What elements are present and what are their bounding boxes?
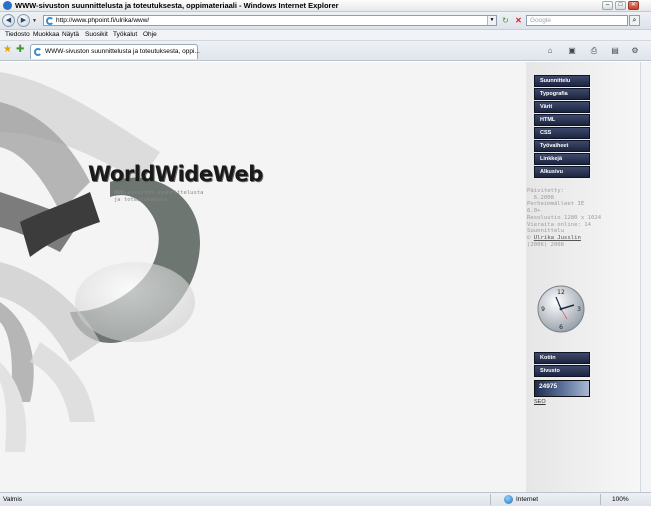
- logo-subtitle: WWW-sivuston suunnittelusta ja toteutuks…: [114, 190, 203, 204]
- nav-item-varit[interactable]: Värit: [534, 101, 590, 113]
- nav-item-linkkeja[interactable]: Linkkejä: [534, 153, 590, 165]
- zoom-level[interactable]: 100%: [612, 496, 629, 503]
- clock-icon: 12 3 6 9: [537, 285, 585, 333]
- home-icon[interactable]: ⌂: [543, 46, 557, 56]
- status-divider: [600, 494, 601, 505]
- minimize-button[interactable]: ‒: [602, 1, 613, 10]
- status-bar: Valmis Internet 100%: [0, 492, 651, 506]
- menu-bar: Tiedosto Muokkaa Näytä Suosikit Työkalut…: [0, 30, 651, 41]
- menu-favorites[interactable]: Suosikit: [85, 31, 108, 38]
- sitemap-link-button[interactable]: Sivusto: [534, 365, 590, 377]
- info-line: Vieraita online: 14: [527, 221, 591, 228]
- nav-item-html[interactable]: HTML: [534, 114, 590, 126]
- favorites-star-icon[interactable]: ★: [3, 44, 12, 56]
- address-dropdown-icon[interactable]: ▼: [487, 16, 496, 25]
- subtitle-line-2: ja toteutuksesta: [114, 197, 167, 203]
- feeds-icon[interactable]: ▣: [565, 46, 579, 56]
- copyright-prefix: ©: [527, 234, 534, 241]
- clock-number: 9: [541, 306, 545, 313]
- internet-zone-icon: [504, 495, 513, 504]
- address-toolbar: ◀ ▶ ▼ http://www.phpoint.fi/ulrika/www/ …: [0, 12, 651, 30]
- site-info: Päivitetty: 6.2008 Perheimmälleet IE 6.0+ R…: [527, 188, 601, 248]
- info-line: 6.0+: [527, 208, 541, 215]
- info-line: Perheimmälleet IE: [527, 201, 585, 208]
- menu-tools[interactable]: Työkalut: [113, 31, 137, 38]
- nav-item-suunnittelu[interactable]: Suunnittelu: [534, 75, 590, 87]
- site-nav: Suunnittelu Typografia Värit HTML CSS Ty…: [534, 75, 590, 179]
- search-icon[interactable]: ⌕: [629, 15, 640, 26]
- page-favicon-icon: [46, 17, 54, 25]
- info-line: 6.2008: [527, 194, 554, 201]
- stop-icon[interactable]: ✕: [513, 15, 524, 26]
- page-viewport: WorldWideWeb WWW-sivuston suunnittelusta…: [0, 62, 640, 492]
- window-title-bar: WWW-sivuston suunnittelusta ja toteutuks…: [0, 0, 651, 12]
- subtitle-line-1: WWW-sivuston suunnittelusta: [114, 190, 204, 196]
- info-line: (2006) 2008: [527, 241, 565, 248]
- window-title: WWW-sivuston suunnittelusta ja toteutuks…: [15, 1, 339, 10]
- tab-current[interactable]: WWW-sivuston suunnittelusta ja toteutuks…: [30, 44, 200, 59]
- print-icon[interactable]: ⎙: [587, 46, 601, 56]
- address-field[interactable]: http://www.phpoint.fi/ulrika/www/ ▼: [43, 15, 497, 26]
- right-column: Suunnittelu Typografia Värit HTML CSS Ty…: [526, 62, 640, 492]
- history-dropdown-icon[interactable]: ▼: [32, 18, 37, 24]
- clock-number: 12: [557, 289, 565, 296]
- security-zone-label[interactable]: Internet: [516, 496, 538, 503]
- nav-item-typografia[interactable]: Typografia: [534, 88, 590, 100]
- vertical-scrollbar[interactable]: [640, 62, 651, 492]
- tab-favicon-icon: [34, 48, 42, 56]
- counter-value: 24975: [539, 383, 558, 390]
- tab-toolbar: ★ ✚ WWW-sivuston suunnittelusta ja toteu…: [0, 41, 651, 61]
- author-link[interactable]: Ulrika Jusslin: [534, 235, 581, 241]
- logo-title: WorldWideWeb: [88, 162, 263, 186]
- nav-item-tyovaiheet[interactable]: Työvaiheet: [534, 140, 590, 152]
- info-line: Päivitetty:: [527, 188, 565, 194]
- forward-arrow-icon[interactable]: ▶: [17, 14, 30, 27]
- menu-view[interactable]: Näytä: [62, 31, 79, 38]
- tools-menu-icon[interactable]: ⚙: [628, 46, 642, 56]
- back-arrow-icon[interactable]: ◀: [2, 14, 15, 27]
- menu-help[interactable]: Ohje: [143, 31, 157, 38]
- nav-item-css[interactable]: CSS: [534, 127, 590, 139]
- add-favorite-icon[interactable]: ✚: [16, 44, 24, 56]
- home-link-button[interactable]: Kotiin: [534, 352, 590, 364]
- refresh-icon[interactable]: ↻: [500, 15, 511, 26]
- maximize-button[interactable]: □: [615, 1, 626, 10]
- page-menu-icon[interactable]: ▤: [608, 46, 622, 56]
- info-line: Suunnittelu: [527, 228, 565, 235]
- visitor-counter: 24975: [534, 380, 590, 397]
- search-input[interactable]: Google: [526, 15, 628, 26]
- info-line: Resoluutio 1280 x 1024: [527, 214, 602, 221]
- clock-number: 6: [559, 324, 563, 331]
- status-text: Valmis: [3, 496, 23, 503]
- tab-label: WWW-sivuston suunnittelusta ja toteutuks…: [45, 48, 200, 55]
- ie-app-icon: [3, 1, 12, 10]
- address-url[interactable]: http://www.phpoint.fi/ulrika/www/: [56, 17, 149, 24]
- clock-number: 3: [577, 306, 581, 313]
- menu-edit[interactable]: Muokkaa: [33, 31, 59, 38]
- seo-link[interactable]: SEO: [534, 399, 546, 405]
- nav-item-alkusivu[interactable]: Alkusivu: [534, 166, 590, 178]
- search-placeholder: Google: [530, 17, 551, 24]
- swirl-artwork: [0, 72, 200, 452]
- menu-file[interactable]: Tiedosto: [5, 31, 30, 38]
- status-divider: [490, 494, 491, 505]
- close-button[interactable]: ✕: [628, 1, 639, 10]
